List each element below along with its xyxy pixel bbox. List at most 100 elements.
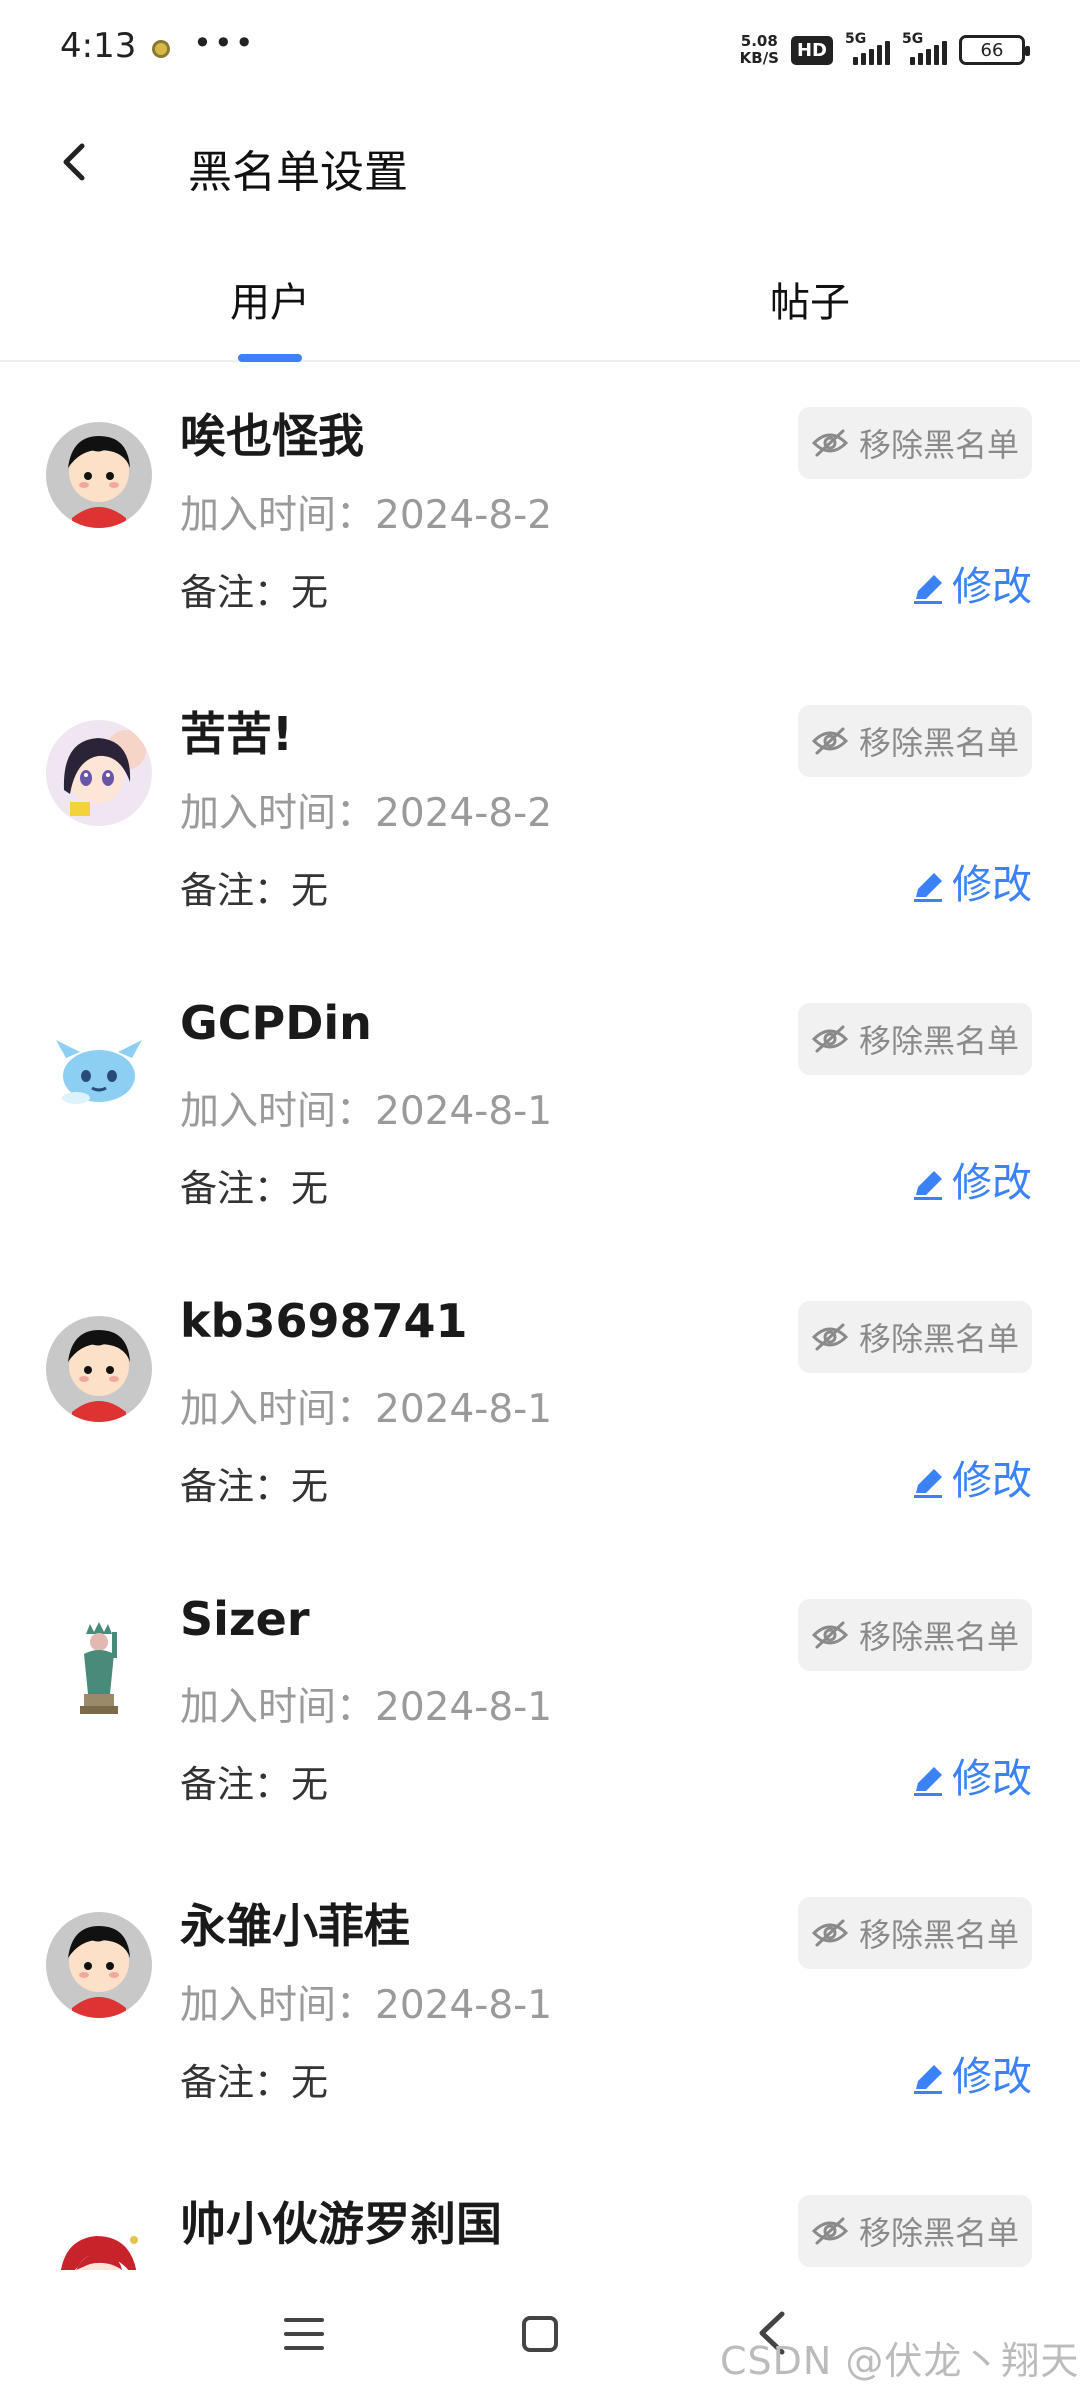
back-icon[interactable] xyxy=(50,138,98,186)
user-avatar[interactable] xyxy=(46,1018,152,1124)
user-name[interactable]: 帅小伙游罗刹国 xyxy=(180,2188,502,2254)
page-title: 黑名单设置 xyxy=(188,147,408,198)
remove-from-blacklist-button[interactable]: 移除黑名单 xyxy=(798,2195,1032,2267)
blacklist-item: Sizer 加入时间：2024-8-1 备注：无 移除黑名单修改 xyxy=(0,1554,1080,1852)
edit-remark-label: 修改 xyxy=(952,2054,1032,2100)
active-tab-indicator xyxy=(238,354,302,362)
user-name[interactable]: GCPDin xyxy=(180,996,372,1050)
pencil-icon xyxy=(914,2065,942,2094)
user-avatar[interactable] xyxy=(46,1912,152,2018)
remove-from-blacklist-label: 移除黑名单 xyxy=(858,426,1019,464)
remark: 备注：无 xyxy=(180,1465,328,1508)
network-speed: 5.08 KB/S xyxy=(740,33,779,67)
status-bar: 4:13 ••• 5.08 KB/S HD 5G 5G 66 xyxy=(0,0,1080,100)
user-avatar[interactable] xyxy=(46,720,152,826)
remove-from-blacklist-label: 移除黑名单 xyxy=(858,724,1019,762)
edit-remark-label: 修改 xyxy=(952,1756,1032,1802)
remove-from-blacklist-button[interactable]: 移除黑名单 xyxy=(798,407,1032,479)
signal-network-type-label-2: 5G xyxy=(902,31,924,47)
edit-remark-button[interactable]: 修改 xyxy=(912,852,1032,910)
network-speed-unit: KB/S xyxy=(739,49,779,67)
tab-posts[interactable]: 帖子 xyxy=(770,270,850,328)
remark: 备注：无 xyxy=(180,2061,328,2104)
pencil-icon xyxy=(914,575,942,604)
user-avatar[interactable] xyxy=(46,2210,152,2270)
more-notifications-icon: ••• xyxy=(193,24,256,62)
eye-off-icon xyxy=(811,1323,849,1351)
notification-app-icon xyxy=(152,40,170,58)
remove-from-blacklist-label: 移除黑名单 xyxy=(858,1320,1019,1358)
edit-remark-button[interactable]: 修改 xyxy=(912,554,1032,612)
pencil-icon xyxy=(914,873,942,902)
screen: 4:13 ••• 5.08 KB/S HD 5G 5G 66 黑名单设置 用户 … xyxy=(0,0,1080,2400)
join-date: 加入时间：2024-8-1 xyxy=(180,1983,553,2028)
status-time: 4:13 xyxy=(60,26,137,66)
blacklist-item: 苦苦! 加入时间：2024-8-2 备注：无 移除黑名单修改 xyxy=(0,660,1080,958)
tab-users[interactable]: 用户 xyxy=(230,270,310,328)
remove-from-blacklist-button[interactable]: 移除黑名单 xyxy=(798,1301,1032,1373)
network-speed-value: 5.08 xyxy=(740,32,778,50)
user-name[interactable]: 唉也怪我 xyxy=(180,400,364,466)
signal-strength-icon-2: 5G xyxy=(902,31,947,65)
user-name[interactable]: kb3698741 xyxy=(180,1294,468,1348)
edit-remark-button[interactable]: 修改 xyxy=(912,1150,1032,1208)
user-avatar[interactable] xyxy=(46,1614,152,1720)
user-name[interactable]: 永雏小菲桂 xyxy=(180,1890,410,1956)
signal-network-type-label: 5G xyxy=(845,31,867,47)
pencil-icon xyxy=(914,1171,942,1200)
remove-from-blacklist-button[interactable]: 移除黑名单 xyxy=(798,705,1032,777)
hd-voice-icon: HD xyxy=(790,35,833,65)
battery-icon: 66 xyxy=(959,35,1030,65)
eye-off-icon xyxy=(811,429,849,457)
pencil-icon xyxy=(914,1767,942,1796)
blacklist-item: 帅小伙游罗刹国 移除黑名单 xyxy=(0,2150,1080,2270)
blacklist-item: GCPDin 加入时间：2024-8-1 备注：无 移除黑名单修改 xyxy=(0,958,1080,1256)
remove-from-blacklist-label: 移除黑名单 xyxy=(858,1916,1019,1954)
blacklist-list: 唉也怪我 加入时间：2024-8-2 备注：无 移除黑名单 修改 苦苦! 加入时间：2024… xyxy=(0,362,1080,2270)
remark: 备注：无 xyxy=(180,869,328,912)
battery-level: 66 xyxy=(980,39,1004,61)
edit-remark-label: 修改 xyxy=(952,862,1032,908)
eye-off-icon xyxy=(811,1621,849,1649)
eye-off-icon xyxy=(811,1919,849,1947)
home-icon[interactable] xyxy=(522,2316,558,2352)
remove-from-blacklist-button[interactable]: 移除黑名单 xyxy=(798,1897,1032,1969)
edit-remark-label: 修改 xyxy=(952,1160,1032,1206)
edit-remark-label: 修改 xyxy=(952,1458,1032,1504)
tab-bar: 用户 帖子 xyxy=(0,230,1080,362)
user-avatar[interactable] xyxy=(46,422,152,528)
remove-from-blacklist-button[interactable]: 移除黑名单 xyxy=(798,1599,1032,1671)
remove-from-blacklist-label: 移除黑名单 xyxy=(858,1022,1019,1060)
join-date: 加入时间：2024-8-1 xyxy=(180,1685,553,1730)
blacklist-item: kb3698741 加入时间：2024-8-1 备注：无 移除黑名单修改 xyxy=(0,1256,1080,1554)
edit-remark-button[interactable]: 修改 xyxy=(912,2044,1032,2102)
user-name[interactable]: 苦苦! xyxy=(180,698,293,764)
pencil-icon xyxy=(914,1469,942,1498)
signal-strength-icon: 5G xyxy=(845,31,890,65)
remark: 备注：无 xyxy=(180,1763,328,1806)
eye-off-icon xyxy=(811,2217,849,2245)
edit-remark-button[interactable]: 修改 xyxy=(912,1746,1032,1804)
status-right-group: 5.08 KB/S HD 5G 5G 66 xyxy=(740,28,1030,72)
blacklist-item: 永雏小菲桂加入时间：2024-8-1 备注：无 移除黑名单修改 xyxy=(0,1852,1080,2150)
join-date: 加入时间：2024-8-2 xyxy=(180,493,553,538)
edit-remark-label: 修改 xyxy=(952,564,1032,610)
eye-off-icon xyxy=(811,1025,849,1053)
user-name[interactable]: Sizer xyxy=(180,1592,310,1646)
remove-from-blacklist-button[interactable]: 移除黑名单 xyxy=(798,1003,1032,1075)
recent-apps-icon[interactable] xyxy=(284,2318,324,2354)
eye-off-icon xyxy=(811,727,849,755)
remark: 备注：无 xyxy=(180,1167,328,1210)
remark: 备注：无 xyxy=(180,571,328,614)
remove-from-blacklist-label: 移除黑名单 xyxy=(858,1618,1019,1656)
blacklist-item: 唉也怪我加入时间：2024-8-2 备注：无 移除黑名单修改 xyxy=(0,362,1080,660)
edit-remark-button[interactable]: 修改 xyxy=(912,1448,1032,1506)
watermark: CSDN @伏龙丶翔天 xyxy=(720,2339,1080,2383)
join-date: 加入时间：2024-8-1 xyxy=(180,1089,553,1134)
remove-from-blacklist-label: 移除黑名单 xyxy=(858,2214,1019,2252)
user-avatar[interactable] xyxy=(46,1316,152,1422)
app-header: 黑名单设置 xyxy=(0,100,1080,230)
join-date: 加入时间：2024-8-2 xyxy=(180,791,553,836)
system-nav-bar: CSDN @伏龙丶翔天 xyxy=(0,2270,1080,2400)
join-date: 加入时间：2024-8-1 xyxy=(180,1387,553,1432)
